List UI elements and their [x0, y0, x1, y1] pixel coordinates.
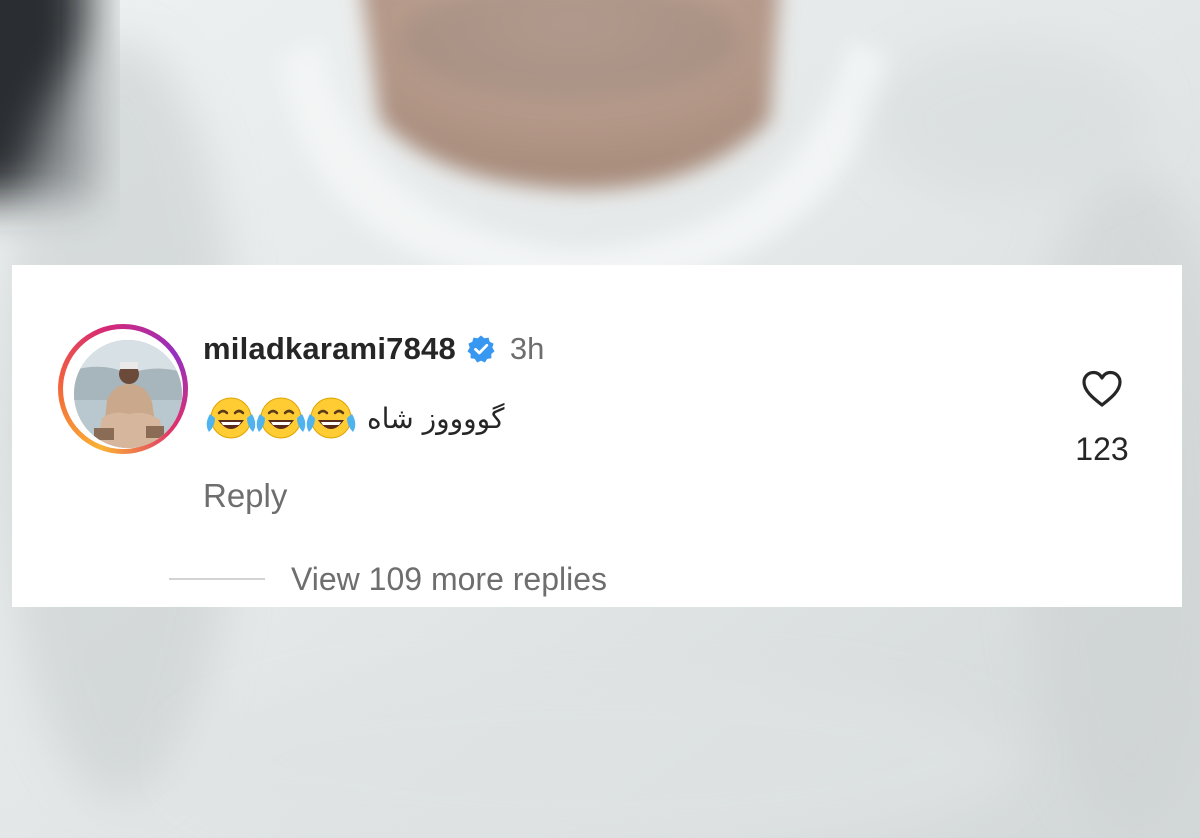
comment-body: گووووز شاه — [203, 393, 504, 443]
reply-button[interactable]: Reply — [203, 477, 287, 515]
comment-text: گووووز شاه — [367, 401, 505, 435]
story-ring[interactable] — [58, 324, 188, 454]
like-count: 123 — [1075, 431, 1129, 467]
avatar-image — [74, 340, 182, 448]
comment-card: miladkarami7848 3h گووووز شاه Reply View… — [12, 265, 1182, 607]
comment-timestamp: 3h — [509, 331, 545, 366]
username-link[interactable]: miladkarami7848 — [203, 331, 456, 367]
view-more-replies-label: View 109 more replies — [291, 560, 608, 597]
emoji-group — [203, 394, 356, 442]
heart-icon[interactable] — [1080, 369, 1124, 409]
view-more-replies-button[interactable]: View 109 more replies — [169, 559, 607, 599]
avatar-ring-gap — [63, 329, 183, 449]
replies-divider — [169, 578, 265, 580]
face-with-tears-of-joy-icon — [306, 397, 356, 439]
face-with-tears-of-joy-icon — [256, 397, 306, 439]
comment-meta-row: miladkarami7848 3h — [203, 329, 544, 369]
avatar[interactable] — [74, 340, 182, 448]
face-with-tears-of-joy-icon — [206, 397, 256, 439]
verified-badge-icon — [466, 334, 496, 364]
like-area: 123 — [1062, 369, 1142, 468]
